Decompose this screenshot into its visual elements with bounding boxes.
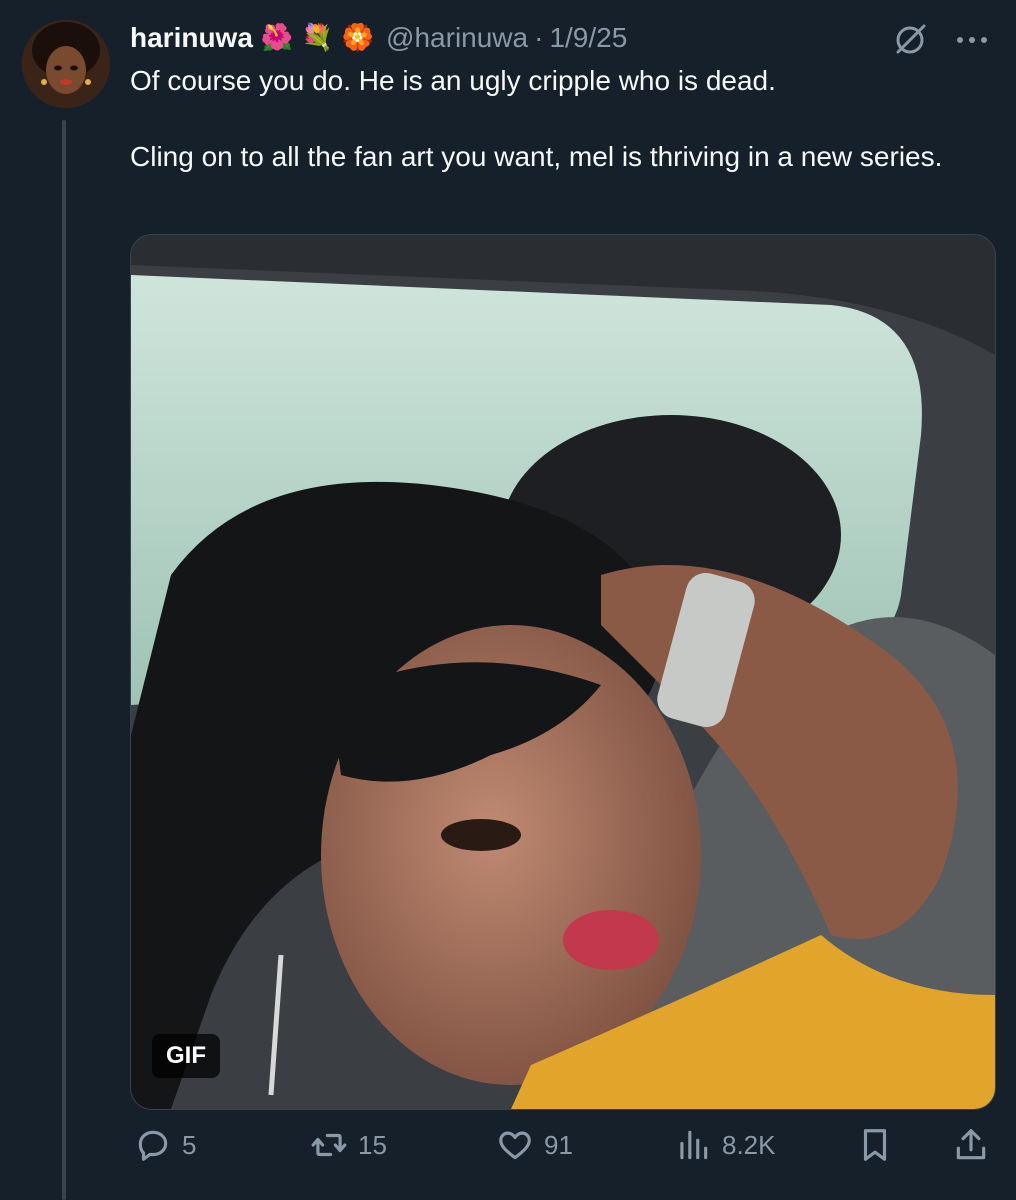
views-icon	[680, 1130, 708, 1160]
gif-media[interactable]	[130, 234, 996, 1110]
action-bar: 5 15 91 8.2K	[130, 1118, 994, 1172]
post-date[interactable]: 1/9/25	[549, 22, 627, 54]
gif-badge: GIF	[152, 1034, 220, 1078]
post[interactable]: harinuwa 🌺 💐 🏵️ @harinuwa · 1/9/25 Of co…	[0, 0, 1016, 1200]
repost-count: 15	[358, 1129, 387, 1160]
hibiscus-emoji: 🌺	[260, 23, 294, 53]
gif-frame-image	[131, 235, 995, 1109]
post-header: harinuwa 🌺 💐 🏵️ @harinuwa · 1/9/25	[130, 16, 627, 60]
post-text-line: Cling on to all the fan art you want, me…	[130, 141, 943, 172]
share-icon	[956, 1129, 986, 1160]
reply-button[interactable]: 5	[134, 1118, 196, 1172]
reply-count: 5	[182, 1129, 197, 1160]
reply-icon	[138, 1130, 168, 1161]
rosette-emoji: 🏵️	[341, 23, 375, 53]
display-name[interactable]: harinuwa	[130, 22, 253, 54]
handle[interactable]: @harinuwa	[386, 22, 528, 54]
more-icon[interactable]	[950, 26, 994, 54]
separator: ·	[534, 22, 544, 53]
repost-button[interactable]: 15	[310, 1118, 387, 1172]
like-count: 91	[544, 1129, 573, 1160]
heart-icon	[499, 1131, 531, 1160]
grok-icon[interactable]	[890, 20, 930, 60]
post-text-line: Of course you do. He is an ugly cripple …	[130, 65, 776, 96]
post-text: Of course you do. He is an ugly cripple …	[130, 62, 970, 176]
bouquet-emoji: 💐	[301, 23, 334, 53]
thread-line	[62, 120, 66, 1200]
like-button[interactable]: 91	[496, 1118, 573, 1172]
views-count: 8.2K	[722, 1129, 776, 1160]
avatar[interactable]	[22, 20, 110, 108]
bookmark-button[interactable]	[856, 1118, 894, 1172]
repost-icon	[311, 1133, 347, 1157]
views-button[interactable]: 8.2K	[674, 1118, 776, 1172]
avatar-illustration	[22, 20, 110, 108]
share-button[interactable]	[952, 1118, 990, 1172]
bookmark-icon	[863, 1129, 887, 1161]
